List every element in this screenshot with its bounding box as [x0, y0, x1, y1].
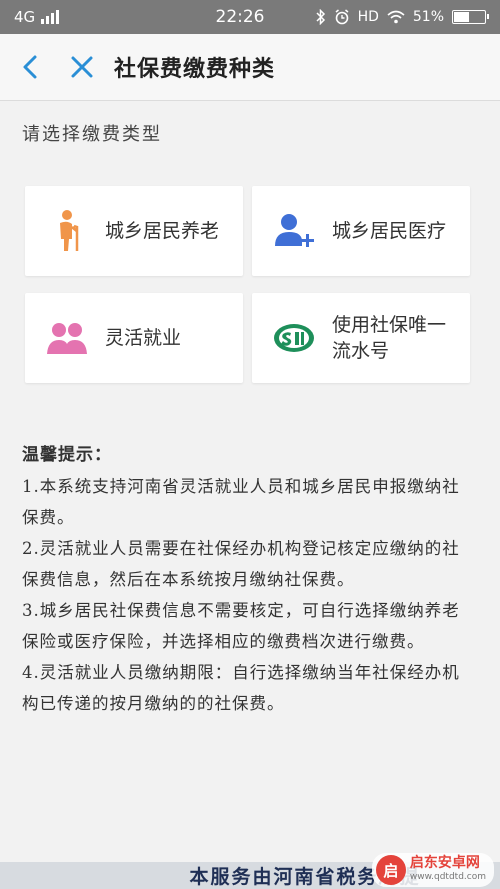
chevron-left-icon	[23, 55, 37, 79]
status-bar: 4G 22:26 HD 51%	[0, 0, 500, 34]
network-type: 4G	[14, 8, 36, 26]
page-title: 社保费缴费种类	[114, 56, 276, 82]
watermark-url: www.qdtdtd.com	[409, 872, 486, 882]
wifi-icon	[387, 10, 405, 24]
tip-item: 1.本系统支持河南省灵活就业人员和城乡居民申报缴纳社保费。	[22, 477, 460, 527]
status-time: 22:26	[215, 7, 265, 27]
group-people-icon	[45, 316, 89, 360]
watermark-name: 启东安卓网	[409, 855, 480, 871]
battery-percent: 51%	[412, 9, 444, 25]
watermark-logo-icon: 启	[375, 855, 406, 885]
card-label-line1: 使用社保唯一	[332, 314, 447, 336]
payment-type-grid: 城乡居民养老 城乡居民医疗 灵活就业 使用社保唯一 流水号	[25, 186, 472, 383]
signal-icon	[41, 10, 60, 24]
elderly-person-icon	[45, 209, 89, 253]
battery-level	[454, 12, 469, 22]
card-urban-rural-pension[interactable]: 城乡居民养老	[25, 186, 243, 276]
card-label: 城乡居民医疗	[332, 220, 447, 242]
section-title: 请选择缴费类型	[22, 124, 162, 145]
header-bar: 社保费缴费种类	[0, 34, 500, 101]
close-button[interactable]	[66, 51, 98, 83]
tips-title: 温馨提示：	[22, 445, 112, 465]
watermark-text: 启东安卓网 www.qdtdtd.com	[410, 856, 486, 884]
bluetooth-icon	[316, 9, 325, 25]
back-button[interactable]	[14, 51, 46, 83]
card-flexible-employment[interactable]: 灵活就业	[25, 293, 243, 383]
social-insurance-logo-icon	[272, 316, 316, 360]
footer-text: 本服务由河南省税务局提	[189, 866, 421, 888]
status-left: 4G	[14, 8, 174, 26]
tip-item: 3.城乡居民社保费信息不需要核定，可自行选择缴纳养老保险或医疗保险，并选择相应的…	[22, 601, 460, 651]
card-label: 灵活就业	[105, 327, 182, 349]
card-label: 城乡居民养老	[105, 220, 220, 242]
tips-section: 温馨提示： 1.本系统支持河南省灵活就业人员和城乡居民申报缴纳社保费。 2.灵活…	[22, 440, 474, 719]
alarm-icon	[335, 9, 349, 25]
card-label-line2: 流水号	[332, 340, 390, 362]
site-watermark: 启 启东安卓网 www.qdtdtd.com	[371, 853, 494, 887]
add-user-icon	[272, 209, 316, 253]
battery-icon	[452, 10, 489, 24]
status-right: HD 51%	[306, 9, 489, 25]
tip-item: 4.灵活就业人员缴纳期限：自行选择缴纳当年社保经办机构已传递的按月缴纳的的社保费…	[22, 663, 460, 713]
close-icon	[71, 56, 93, 78]
card-urban-rural-medical[interactable]: 城乡居民医疗	[252, 186, 470, 276]
tip-item: 2.灵活就业人员需要在社保经办机构登记核定应缴纳的社保费信息，然后在本系统按月缴…	[22, 539, 460, 589]
card-label: 使用社保唯一 流水号	[332, 312, 446, 364]
card-social-security-serial[interactable]: 使用社保唯一 流水号	[252, 293, 470, 383]
hd-indicator: HD	[357, 9, 379, 25]
